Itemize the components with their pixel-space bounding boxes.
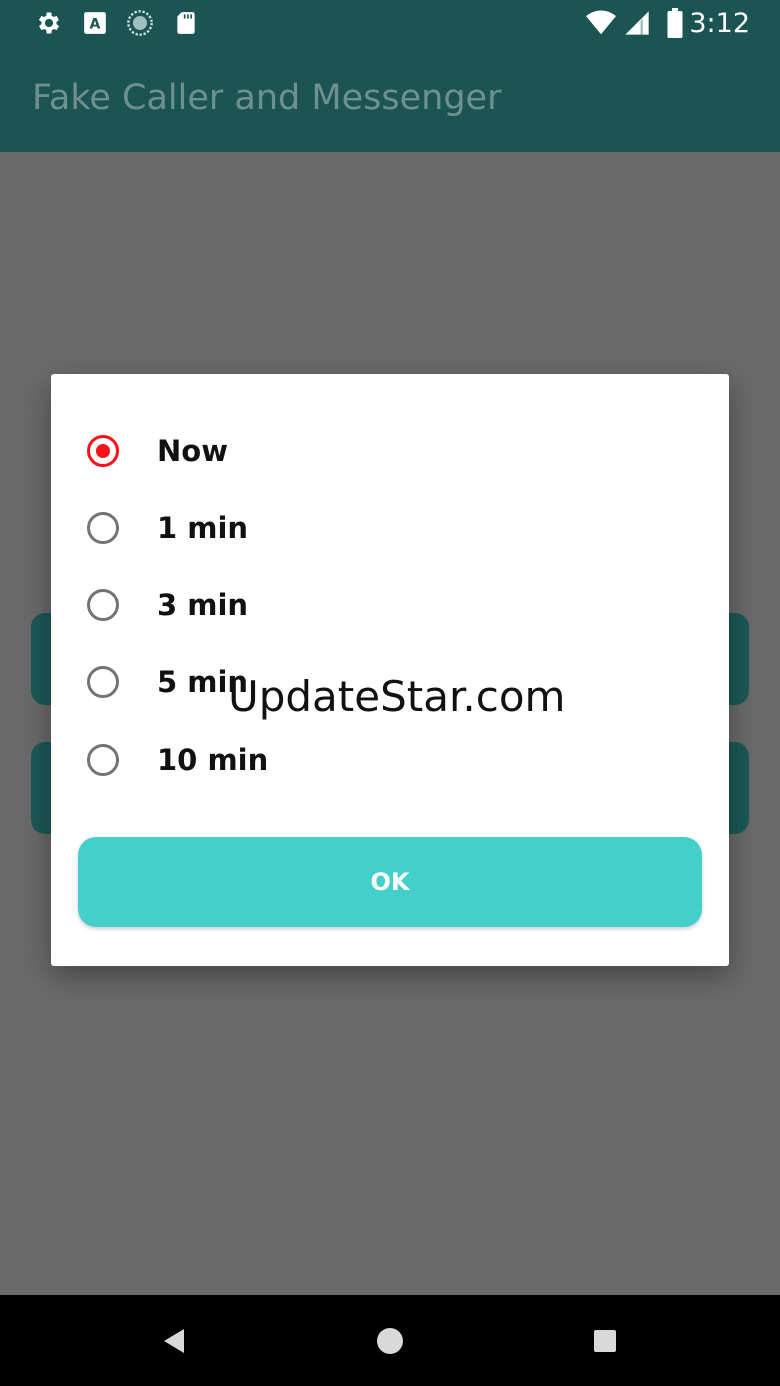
wifi-icon (586, 8, 616, 38)
a-text-icon: A (80, 8, 110, 38)
option-label: 1 min (157, 511, 249, 545)
app-title: Fake Caller and Messenger (32, 78, 502, 118)
status-bar: A 3:12 (0, 0, 780, 48)
option-label: Now (157, 434, 228, 468)
option-1-min[interactable]: 1 min (87, 498, 647, 558)
svg-text:A: A (90, 16, 101, 32)
delay-dialog: Now 1 min 3 min 5 min 10 min OK (51, 374, 729, 966)
sd-card-icon (171, 8, 201, 38)
option-now[interactable]: Now (87, 421, 647, 481)
home-icon[interactable] (372, 1323, 408, 1359)
radio-unchecked-icon[interactable] (87, 666, 119, 698)
cell-signal-icon (622, 8, 652, 38)
back-icon[interactable] (156, 1323, 192, 1359)
ok-button[interactable]: OK (78, 837, 702, 927)
gear-icon (34, 8, 64, 38)
option-10-min[interactable]: 10 min (87, 730, 647, 790)
status-time: 3:12 (689, 8, 750, 39)
sync-circle-icon (125, 8, 155, 38)
recents-icon[interactable] (587, 1323, 623, 1359)
radio-unchecked-icon[interactable] (87, 744, 119, 776)
option-label: 3 min (157, 588, 249, 622)
option-3-min[interactable]: 3 min (87, 575, 647, 635)
radio-checked-icon[interactable] (87, 435, 119, 467)
app-bar: Fake Caller and Messenger (0, 48, 780, 152)
radio-unchecked-icon[interactable] (87, 512, 119, 544)
navigation-bar (0, 1295, 780, 1386)
watermark-text: UpdateStar.com (228, 672, 566, 721)
battery-icon (660, 8, 690, 38)
radio-unchecked-icon[interactable] (87, 589, 119, 621)
option-label: 10 min (157, 743, 269, 777)
